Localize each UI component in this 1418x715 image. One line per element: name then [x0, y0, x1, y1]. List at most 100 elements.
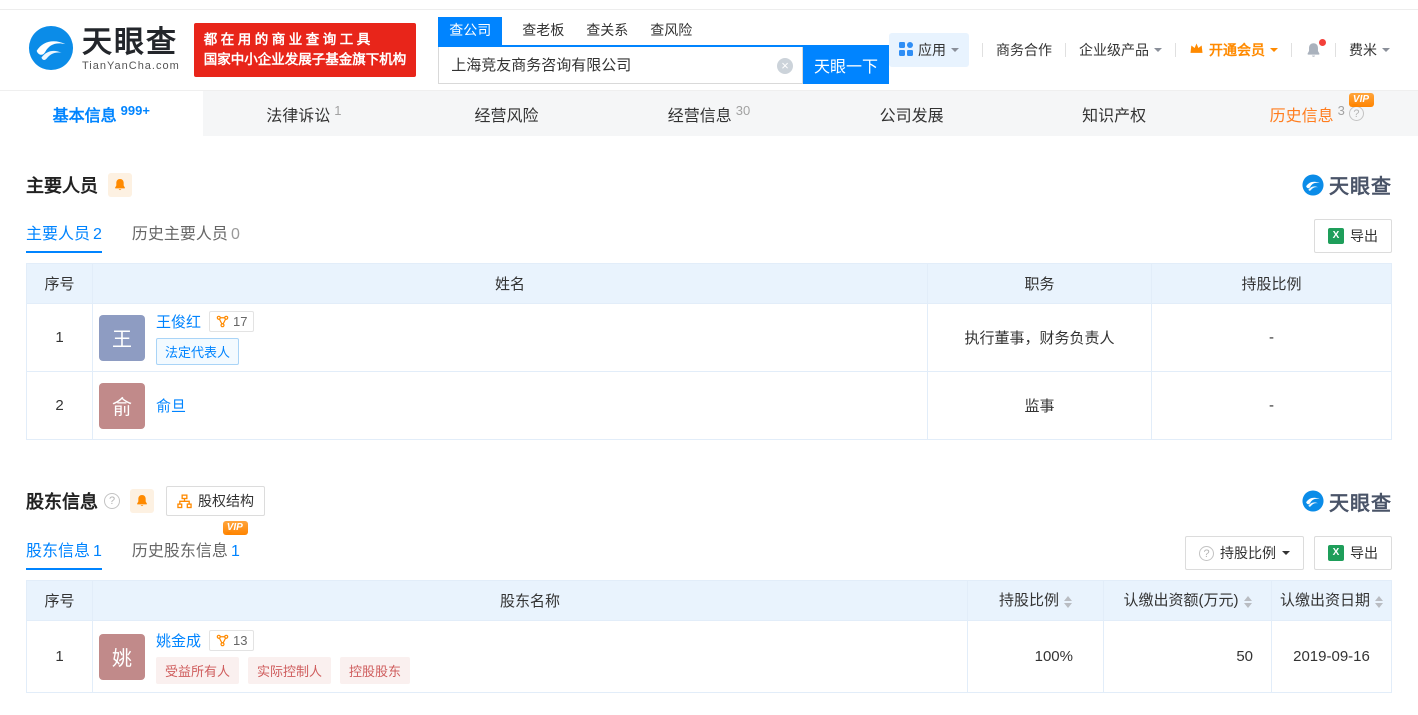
col-shareholder-name: 股东名称 — [93, 581, 968, 621]
ratio-filter-label: 持股比例 — [1220, 543, 1276, 563]
shareholder-section-title: 股东信息 — [26, 488, 98, 514]
subtab-history-staff[interactable]: 历史主要人员0 — [132, 220, 240, 253]
tab-basic-info[interactable]: 基本信息 999+ — [0, 91, 203, 136]
notifications-bell[interactable] — [1305, 42, 1322, 59]
help-icon[interactable] — [104, 493, 120, 509]
main-content: 主要人员 天眼查 主要人员2 历史主要人员0 导出 序号 姓名 — [0, 170, 1418, 693]
divider — [1065, 43, 1066, 57]
ratio-cell: - — [1152, 372, 1392, 440]
site-header: 天眼查 TianYanCha.com 都在用的商业查询工具 国家中小企业发展子基… — [0, 10, 1418, 90]
user-menu[interactable]: 费米 — [1349, 40, 1390, 60]
divider — [1175, 43, 1176, 57]
tab-label: 知识产权 — [1082, 102, 1146, 126]
tianyancha-eye-icon — [28, 25, 74, 76]
divider — [982, 43, 983, 57]
relation-count: 13 — [233, 633, 247, 648]
sort-icon — [1375, 592, 1383, 612]
avatar[interactable]: 俞 — [99, 383, 145, 429]
col-share-ratio-sortable[interactable]: 持股比例 — [968, 581, 1104, 621]
header-nav: 应用 商务合作 企业级产品 开通会员 费米 — [889, 33, 1390, 67]
col-subscribed-amount-sortable[interactable]: 认缴出资额(万元) — [1104, 581, 1272, 621]
open-vip-label: 开通会员 — [1209, 40, 1265, 60]
relation-count-badge[interactable]: 17 — [209, 311, 254, 332]
crown-icon — [1189, 41, 1204, 59]
table-row: 1 姚 姚金成 13 — [27, 621, 1392, 693]
search-area: 查公司 查老板 查关系 查风险 天眼一下 — [438, 17, 889, 84]
clear-search-icon[interactable] — [777, 58, 793, 74]
tab-legal-litigation[interactable]: 法律诉讼 1 — [203, 91, 406, 136]
avatar[interactable]: 王 — [99, 315, 145, 361]
vip-badge: VIP — [1349, 93, 1374, 107]
col-label: 认缴出资日期 — [1280, 592, 1370, 609]
tab-intellectual-property[interactable]: 知识产权 — [1013, 91, 1216, 136]
subtab-count: 1 — [93, 543, 102, 560]
shareholder-section-header: 股东信息 股权结构 天眼查 — [26, 486, 1392, 516]
staff-subtabs: 主要人员2 历史主要人员0 导出 — [26, 219, 1392, 253]
person-link[interactable]: 姚金成 — [156, 630, 201, 651]
company-tab-bar: 基本信息 999+ 法律诉讼 1 经营风险 经营信息 30 公司发展 知识产权 … — [0, 90, 1418, 136]
tianyancha-logo[interactable]: 天眼查 TianYanCha.com — [28, 25, 180, 76]
slogan-banner: 都在用的商业查询工具 国家中小企业发展子基金旗下机构 — [194, 23, 417, 77]
equity-structure-button[interactable]: 股权结构 — [166, 486, 265, 516]
subscribe-bell-icon[interactable] — [130, 489, 154, 513]
search-input[interactable] — [438, 47, 803, 84]
subtab-current-staff[interactable]: 主要人员2 — [26, 220, 102, 253]
table-row: 2 俞 俞旦 监事 - — [27, 372, 1392, 440]
tab-count: 1 — [334, 103, 341, 118]
person-link[interactable]: 王俊红 — [156, 311, 201, 332]
search-tab-boss[interactable]: 查老板 — [520, 17, 566, 45]
relation-count-badge[interactable]: 13 — [209, 630, 254, 651]
sort-icon — [1244, 592, 1252, 612]
logo-title: 天眼查 — [82, 28, 180, 58]
tab-label: 历史信息 — [1270, 102, 1334, 126]
search-tab-company[interactable]: 查公司 — [438, 17, 502, 45]
shareholder-table-header-row: 序号 股东名称 持股比例 认缴出资额(万元) 认缴出资日期 — [27, 581, 1392, 621]
divider — [1335, 43, 1336, 57]
apps-menu[interactable]: 应用 — [889, 33, 969, 67]
equity-structure-label: 股权结构 — [198, 491, 254, 511]
excel-icon — [1328, 545, 1344, 561]
person-link[interactable]: 俞旦 — [156, 398, 186, 415]
tab-operating-risk[interactable]: 经营风险 — [405, 91, 608, 136]
apps-grid-icon — [899, 42, 913, 59]
search-tab-relation[interactable]: 查关系 — [584, 17, 630, 45]
username: 费米 — [1349, 40, 1377, 60]
subtab-label: 历史股东信息 — [132, 543, 228, 560]
staff-section-title: 主要人员 — [26, 172, 98, 198]
tianyancha-watermark: 天眼查 — [1302, 170, 1392, 199]
ratio-filter-dropdown[interactable]: 持股比例 — [1185, 536, 1304, 570]
divider — [1291, 43, 1292, 57]
search-tabs: 查公司 查老板 查关系 查风险 — [438, 17, 889, 47]
tab-label: 经营信息 — [668, 102, 732, 126]
amount-cell: 50 — [1104, 621, 1272, 693]
tab-company-development[interactable]: 公司发展 — [810, 91, 1013, 136]
col-label: 认缴出资额(万元) — [1124, 592, 1239, 609]
tab-history-info[interactable]: VIP 历史信息 3 — [1215, 91, 1418, 136]
export-label: 导出 — [1350, 543, 1378, 563]
subtab-label: 股东信息 — [26, 543, 90, 560]
help-icon — [1199, 546, 1214, 561]
open-vip-menu[interactable]: 开通会员 — [1189, 40, 1278, 60]
subtab-history-shareholders[interactable]: VIP 历史股东信息1 — [132, 537, 240, 570]
avatar[interactable]: 姚 — [99, 634, 145, 680]
tab-business-info[interactable]: 经营信息 30 — [608, 91, 811, 136]
search-tab-risk[interactable]: 查风险 — [648, 17, 694, 45]
subtab-count: 1 — [231, 543, 240, 560]
staff-export-button[interactable]: 导出 — [1314, 219, 1392, 253]
enterprise-products-menu[interactable]: 企业级产品 — [1079, 40, 1162, 60]
business-cooperation-link[interactable]: 商务合作 — [996, 40, 1052, 60]
subscribe-bell-icon[interactable] — [108, 173, 132, 197]
staff-section-header: 主要人员 天眼查 — [26, 170, 1392, 199]
excel-icon — [1328, 228, 1344, 244]
col-subscribed-date-sortable[interactable]: 认缴出资日期 — [1272, 581, 1392, 621]
tab-label: 公司发展 — [880, 102, 944, 126]
search-button[interactable]: 天眼一下 — [803, 47, 889, 84]
subtab-current-shareholders[interactable]: 股东信息1 — [26, 537, 102, 570]
slogan-line1: 都在用的商业查询工具 — [204, 30, 407, 50]
shareholder-export-button[interactable]: 导出 — [1314, 536, 1392, 570]
tab-label: 法律诉讼 — [266, 102, 330, 126]
col-position: 职务 — [928, 264, 1152, 304]
position-cell: 执行董事，财务负责人 — [928, 304, 1152, 372]
tab-count: 30 — [736, 103, 750, 118]
export-label: 导出 — [1350, 226, 1378, 246]
